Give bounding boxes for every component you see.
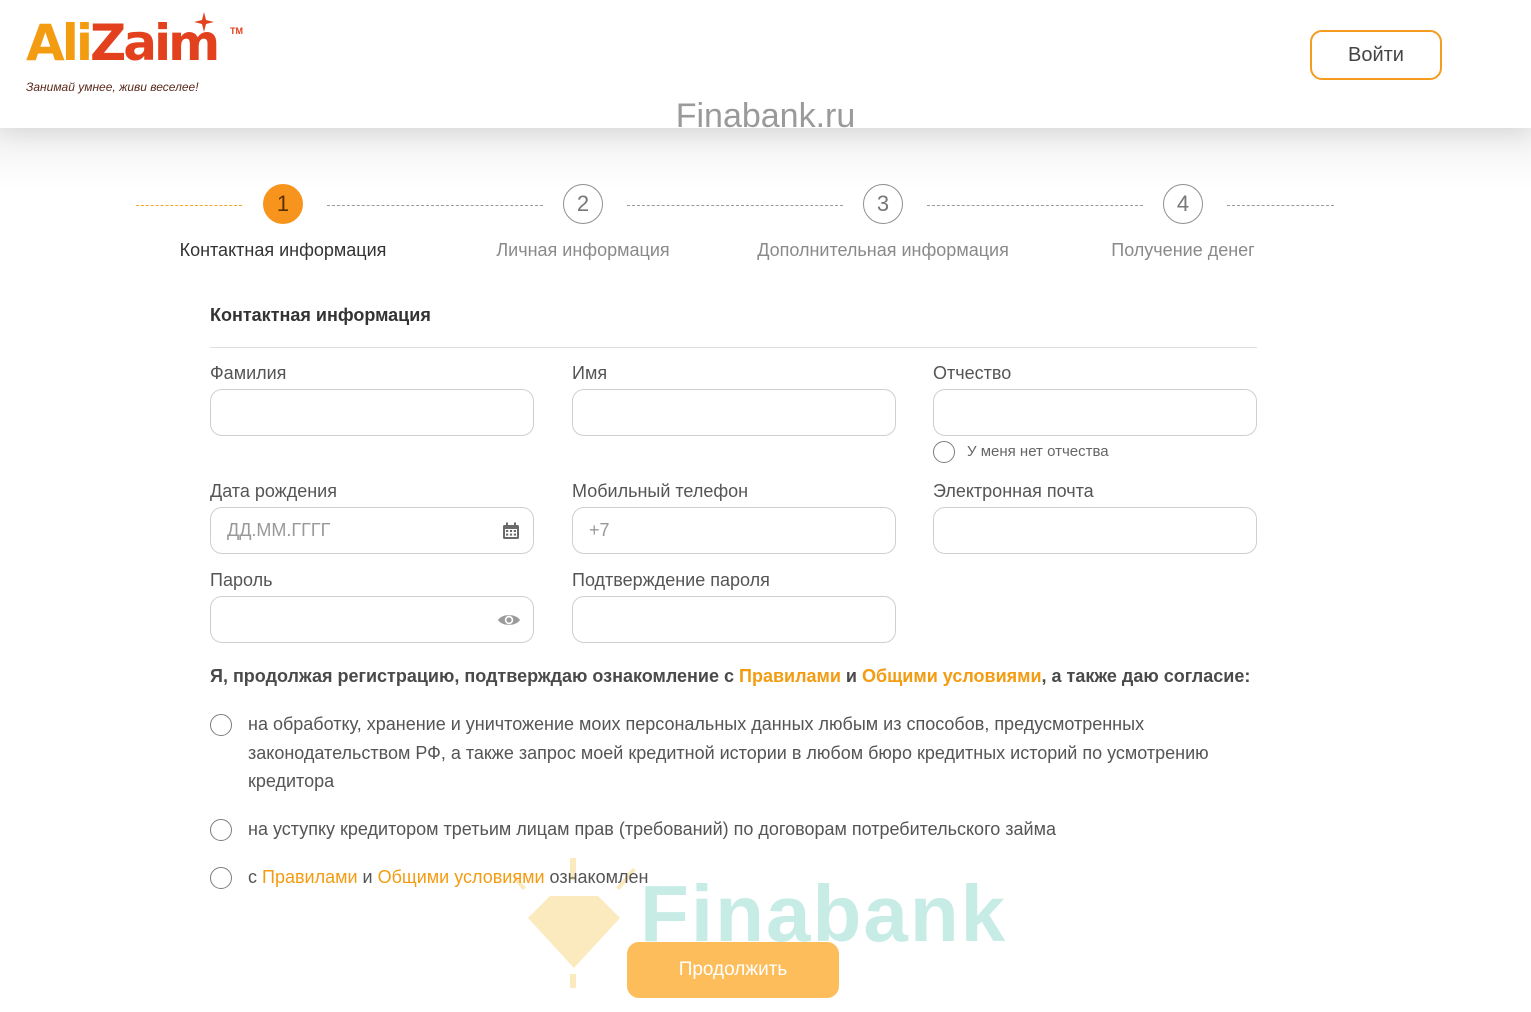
progress-stepper: 1 2 3 4 Контактная информация Личная инф… [0,180,1531,270]
step-connector [136,205,242,206]
birth-date-label: Дата рождения [210,481,337,501]
login-button[interactable]: Войти [1310,30,1442,80]
password-input[interactable] [210,596,534,643]
consent-assignment-radio[interactable] [210,819,232,841]
step-connector [927,205,1143,206]
step-connector [627,205,843,206]
step-3-circle: 3 [863,184,903,224]
email-input[interactable] [933,507,1257,554]
step-4-label: Получение денег [1111,240,1255,260]
last-name-input[interactable] [210,389,534,436]
consent-personal-data-text: на обработку, хранение и уничтожение мои… [248,714,1209,791]
rules-link[interactable]: Правилами [739,666,841,686]
step-2-label: Личная информация [496,240,670,260]
sparkle-icon [194,12,214,32]
rules-link-2[interactable]: Правилами [262,867,358,887]
birth-date-input[interactable]: ДД.ММ.ГГГГ [210,507,534,554]
consent-rules-text: с Правилами и Общими условиями ознакомле… [248,867,649,887]
header-shadow-band [0,128,1531,188]
last-name-label: Фамилия [210,363,287,383]
logo-wordmark: AliZaim [26,14,220,72]
middle-name-input[interactable] [933,389,1257,436]
phone-input[interactable]: +7 [572,507,896,554]
step-connector [1227,205,1334,206]
watermark-text-top: Finabank.ru [675,97,856,135]
email-label: Электронная почта [933,481,1094,501]
terms-link[interactable]: Общими условиями [862,666,1042,686]
consent-heading: Я, продолжая регистрацию, подтверждаю оз… [210,666,1251,686]
consent-personal-data-radio[interactable] [210,714,232,736]
consent-rules-radio[interactable] [210,867,232,889]
no-middle-name-radio[interactable] [933,441,955,463]
birth-date-placeholder: ДД.ММ.ГГГГ [227,520,331,540]
alizaim-logo[interactable]: AliZaim TM Занимай умнее, живи веселее! [26,12,256,98]
continue-button[interactable]: Продолжить [627,942,839,998]
phone-label: Мобильный телефон [572,481,749,501]
middle-name-label: Отчество [933,363,1012,383]
step-3-label: Дополнительная информация [757,240,1009,260]
calendar-icon[interactable] [501,521,521,541]
step-4-circle: 4 [1163,184,1203,224]
consent-assignment-text: на уступку кредитором третьим лицам прав… [248,819,1056,839]
step-2-circle: 2 [563,184,603,224]
step-1-label: Контактная информация [179,240,387,260]
eye-icon[interactable] [497,612,521,628]
first-name-label: Имя [572,363,608,383]
logo-slogan: Занимай умнее, живи веселее! [26,80,199,94]
section-title: Контактная информация [210,305,431,325]
first-name-input[interactable] [572,389,896,436]
terms-link-2[interactable]: Общими условиями [378,867,545,887]
phone-placeholder: +7 [589,520,610,540]
password-confirm-input[interactable] [572,596,896,643]
step-1-circle: 1 [263,184,303,224]
logo-trademark: TM [230,26,243,36]
password-label: Пароль [210,570,273,590]
step-connector [327,205,543,206]
section-divider [210,347,1257,348]
password-confirm-label: Подтверждение пароля [572,570,770,590]
no-middle-name-label: У меня нет отчества [967,443,1109,460]
